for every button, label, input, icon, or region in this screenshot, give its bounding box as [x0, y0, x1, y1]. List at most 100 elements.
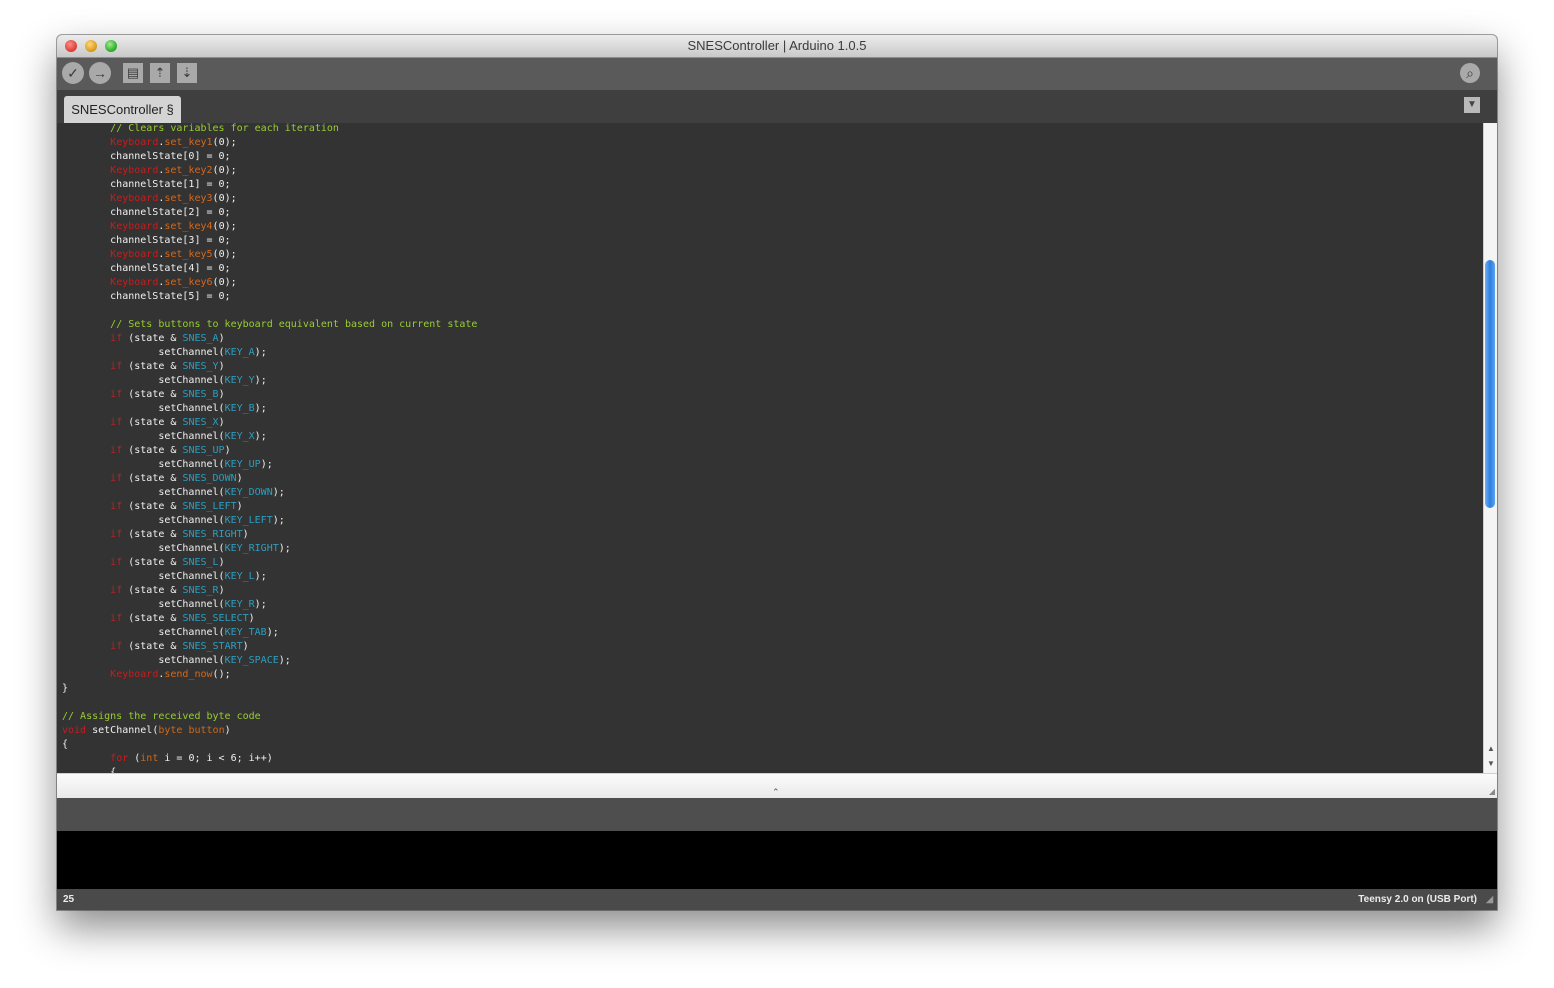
code-line[interactable]: if (state & SNES_Y) [62, 360, 477, 374]
code-line[interactable]: Keyboard.set_key1(0); [62, 136, 477, 150]
code-token: if [110, 529, 123, 540]
console-output[interactable] [57, 831, 1497, 889]
code-line[interactable]: if (state & SNES_SELECT) [62, 612, 477, 626]
code-line[interactable]: if (state & SNES_B) [62, 388, 477, 402]
code-line[interactable]: setChannel(KEY_UP); [62, 458, 477, 472]
verify-button[interactable]: ✓ [62, 62, 84, 84]
code-token: (state & [122, 417, 183, 428]
code-line[interactable]: { [62, 766, 477, 773]
code-line[interactable]: // Sets buttons to keyboard equivalent b… [62, 318, 477, 332]
code-line[interactable]: channelState[3] = 0; [62, 234, 477, 248]
scroll-down-arrow[interactable]: ▼ [1484, 757, 1497, 770]
upload-button[interactable]: → [89, 62, 111, 84]
code-line[interactable]: if (state & SNES_UP) [62, 444, 477, 458]
code-token: KEY_LEFT [224, 515, 273, 526]
code-line[interactable] [62, 696, 477, 710]
save-sketch-button[interactable]: ⇣ [177, 63, 197, 83]
split-pane-divider[interactable]: ⌃ ◢ [57, 773, 1497, 799]
code-token: if [110, 641, 123, 652]
code-line[interactable]: if (state & SNES_DOWN) [62, 472, 477, 486]
code-line[interactable]: for (int i = 0; i < 6; i++) [62, 752, 477, 766]
code-line[interactable]: if (state & SNES_X) [62, 416, 477, 430]
code-token: if [110, 361, 123, 372]
code-line[interactable]: Keyboard.set_key5(0); [62, 248, 477, 262]
code-line[interactable]: channelState[4] = 0; [62, 262, 477, 276]
title-bar[interactable]: SNESController | Arduino 1.0.5 [57, 35, 1497, 58]
caret-up-icon[interactable]: ⌃ [772, 787, 780, 798]
code-line[interactable]: Keyboard.set_key4(0); [62, 220, 477, 234]
code-line[interactable]: setChannel(KEY_TAB); [62, 626, 477, 640]
code-line[interactable]: setChannel(KEY_LEFT); [62, 514, 477, 528]
code-token: if [110, 445, 123, 456]
code-token: channelState[2] = 0; [62, 207, 231, 218]
code-line[interactable]: if (state & SNES_R) [62, 584, 477, 598]
code-token: (state & [122, 445, 183, 456]
code-token: button [188, 725, 225, 736]
code-line[interactable]: setChannel(KEY_X); [62, 430, 477, 444]
code-line[interactable]: setChannel(KEY_Y); [62, 374, 477, 388]
code-line[interactable]: setChannel(KEY_B); [62, 402, 477, 416]
code-token: Keyboard [110, 137, 159, 148]
code-token: (state & [122, 641, 183, 652]
code-line[interactable]: setChannel(KEY_DOWN); [62, 486, 477, 500]
scroll-up-arrow[interactable]: ▲ [1484, 742, 1497, 755]
code-line[interactable] [62, 304, 477, 318]
code-token: ) [224, 725, 231, 736]
code-token: if [110, 389, 123, 400]
editor-vertical-scrollbar[interactable]: ▲ ▼ [1483, 123, 1497, 773]
resize-corner-icon: ◢ [1488, 787, 1495, 796]
open-sketch-button[interactable]: ⇡ [150, 63, 170, 83]
code-line[interactable]: if (state & SNES_RIGHT) [62, 528, 477, 542]
code-token: setChannel( [62, 403, 225, 414]
code-line[interactable]: setChannel(KEY_A); [62, 346, 477, 360]
code-line[interactable]: channelState[2] = 0; [62, 206, 477, 220]
code-line[interactable]: setChannel(KEY_L); [62, 570, 477, 584]
code-line[interactable]: if (state & SNES_LEFT) [62, 500, 477, 514]
tab-snescontroller[interactable]: SNESController § [64, 96, 181, 123]
code-line[interactable]: if (state & SNES_L) [62, 556, 477, 570]
code-token: setChannel( [62, 431, 225, 442]
code-line[interactable]: Keyboard.set_key6(0); [62, 276, 477, 290]
code-line[interactable]: } [62, 682, 477, 696]
code-line[interactable]: if (state & SNES_START) [62, 640, 477, 654]
arduino-window: SNESController | Arduino 1.0.5 ✓ → ▤ ⇡ ⇣… [57, 35, 1497, 910]
code-token: for [110, 753, 129, 764]
code-text[interactable]: // Clears variables for each iteration K… [62, 123, 477, 773]
new-sketch-button[interactable]: ▤ [123, 63, 143, 83]
code-token: KEY_DOWN [224, 487, 273, 498]
serial-monitor-button[interactable]: ⌕ [1460, 63, 1480, 83]
arrow-up-icon: ⇡ [154, 65, 166, 80]
scrollbar-thumb[interactable] [1485, 260, 1495, 508]
code-token: ); [254, 571, 267, 582]
code-token: SNES_A [182, 333, 219, 344]
code-line[interactable]: Keyboard.send_now(); [62, 668, 477, 682]
code-editor[interactable]: // Clears variables for each iteration K… [57, 123, 1483, 773]
code-line[interactable]: setChannel(KEY_RIGHT); [62, 542, 477, 556]
code-line[interactable]: channelState[5] = 0; [62, 290, 477, 304]
code-token: SNES_RIGHT [182, 529, 243, 540]
code-line[interactable]: channelState[0] = 0; [62, 150, 477, 164]
code-token: (state & [122, 389, 183, 400]
code-line[interactable]: setChannel(KEY_R); [62, 598, 477, 612]
code-token: set_key4 [164, 221, 213, 232]
code-line[interactable]: if (state & SNES_A) [62, 332, 477, 346]
code-line[interactable]: Keyboard.set_key3(0); [62, 192, 477, 206]
code-token: KEY_SPACE [224, 655, 279, 666]
code-line[interactable]: // Assigns the received byte code [62, 710, 477, 724]
code-line[interactable]: channelState[1] = 0; [62, 178, 477, 192]
code-token: SNES_L [182, 557, 219, 568]
resize-grip-icon[interactable]: ◢ [1486, 889, 1493, 910]
tab-menu-button[interactable]: ▼ [1464, 97, 1480, 113]
code-line[interactable]: { [62, 738, 477, 752]
code-line[interactable]: void setChannel(byte button) [62, 724, 477, 738]
code-line[interactable]: setChannel(KEY_SPACE); [62, 654, 477, 668]
code-line[interactable]: Keyboard.set_key2(0); [62, 164, 477, 178]
code-line[interactable]: // Clears variables for each iteration [62, 123, 477, 136]
